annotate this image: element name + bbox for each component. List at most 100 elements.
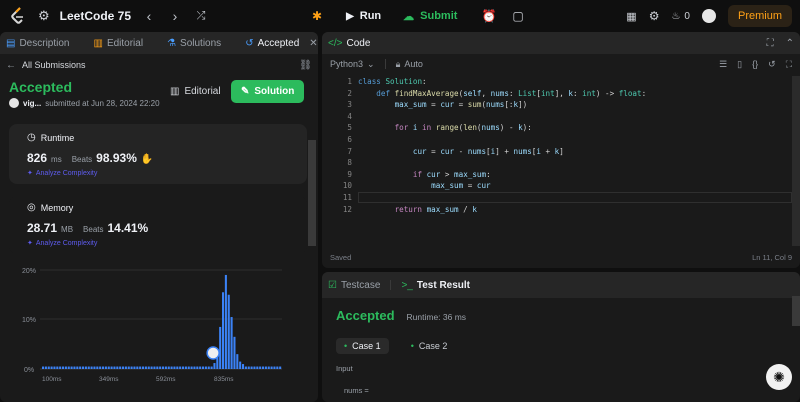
- histogram-bar[interactable]: [242, 364, 245, 369]
- histogram-bar[interactable]: [59, 366, 62, 370]
- histogram-bar[interactable]: [279, 366, 282, 370]
- tab-accepted[interactable]: ↺ Accepted ✕: [245, 38, 317, 49]
- histogram-bar[interactable]: [267, 366, 270, 370]
- user-avatar-small[interactable]: [9, 98, 19, 108]
- histogram-bar[interactable]: [253, 366, 256, 370]
- histogram-bar[interactable]: [173, 366, 176, 370]
- layout-icon[interactable]: ▦: [626, 10, 636, 23]
- histogram-bar[interactable]: [213, 363, 216, 369]
- histogram-bar[interactable]: [273, 366, 276, 370]
- histogram-bar[interactable]: [99, 366, 102, 370]
- timer-icon[interactable]: ⏰: [481, 9, 496, 23]
- histogram-bar[interactable]: [44, 366, 47, 370]
- histogram-bar[interactable]: [47, 366, 50, 370]
- problem-list-icon[interactable]: ⚙: [38, 8, 50, 24]
- histogram-bar[interactable]: [210, 366, 213, 370]
- editor-scrollbar[interactable]: [792, 76, 800, 246]
- histogram-bar[interactable]: [150, 366, 153, 370]
- histogram-bar[interactable]: [87, 366, 90, 370]
- runtime-distribution-chart[interactable]: 20% 10% 0% 100ms 349ms 592ms 835ms: [0, 262, 318, 382]
- leetcode-logo[interactable]: [8, 6, 28, 26]
- histogram-bar[interactable]: [50, 366, 53, 370]
- user-avatar[interactable]: [701, 9, 716, 23]
- collapse-icon[interactable]: ⌃: [786, 38, 794, 49]
- solution-button[interactable]: ✎ Solution: [231, 80, 305, 103]
- histogram-bar[interactable]: [159, 366, 162, 370]
- histogram-bar[interactable]: [219, 326, 222, 369]
- histogram-bar[interactable]: [179, 366, 182, 370]
- close-tab-icon[interactable]: ✕: [309, 38, 317, 49]
- prev-problem-icon[interactable]: ‹: [141, 8, 157, 24]
- tab-test-result[interactable]: >_ Test Result: [401, 280, 470, 291]
- histogram-bar[interactable]: [184, 366, 187, 370]
- histogram-bar[interactable]: [70, 366, 73, 370]
- histogram-bar[interactable]: [110, 366, 113, 370]
- histogram-bar[interactable]: [147, 366, 150, 370]
- premium-button[interactable]: Premium: [727, 5, 792, 27]
- histogram-bar[interactable]: [73, 366, 76, 370]
- histogram-bar[interactable]: [127, 366, 130, 370]
- histogram-bar[interactable]: [230, 317, 233, 369]
- all-submissions-link[interactable]: All Submissions: [22, 60, 86, 70]
- code-editor[interactable]: class Solution: def findMaxAverage(self,…: [358, 76, 646, 215]
- histogram-bar[interactable]: [233, 336, 236, 369]
- histogram-bar[interactable]: [133, 366, 136, 370]
- histogram-bar[interactable]: [107, 366, 110, 370]
- streak-counter[interactable]: ♨ 0: [671, 11, 690, 22]
- histogram-bar[interactable]: [53, 366, 56, 370]
- fullscreen-icon[interactable]: ⛶: [786, 59, 792, 70]
- histogram-bar[interactable]: [76, 366, 79, 370]
- settings-gear-icon[interactable]: ⚙: [649, 9, 660, 23]
- debug-icon[interactable]: ✱: [312, 9, 322, 23]
- histogram-bar[interactable]: [190, 366, 193, 370]
- histogram-bar[interactable]: [207, 366, 210, 370]
- histogram-bar[interactable]: [82, 366, 85, 370]
- histogram-bar[interactable]: [119, 366, 122, 370]
- histogram-bar[interactable]: [96, 366, 99, 370]
- histogram-bar[interactable]: [247, 366, 250, 370]
- histogram-bar[interactable]: [153, 366, 156, 370]
- tab-editorial[interactable]: ▥ Editorial: [93, 38, 143, 49]
- auto-toggle[interactable]: 🔒︎ Auto: [396, 59, 423, 70]
- histogram-bar[interactable]: [196, 366, 199, 370]
- language-select[interactable]: Python3 ⌄: [330, 59, 375, 70]
- histogram-bar[interactable]: [136, 366, 139, 370]
- test-scrollbar[interactable]: [792, 296, 800, 326]
- histogram-bar[interactable]: [204, 366, 207, 370]
- next-problem-icon[interactable]: ›: [167, 8, 183, 24]
- runtime-card[interactable]: ◷ Runtime 826 ms Beats 98.93% ✋ ✦ Analyz…: [9, 124, 307, 184]
- histogram-bar[interactable]: [270, 366, 273, 370]
- histogram-bar[interactable]: [193, 366, 196, 370]
- histogram-bar[interactable]: [262, 366, 265, 370]
- tab-description[interactable]: ▤ Description: [6, 38, 69, 49]
- histogram-bar[interactable]: [144, 366, 147, 370]
- shuffle-icon[interactable]: ⤮: [193, 10, 209, 23]
- histogram-bar[interactable]: [264, 366, 267, 370]
- maximize-icon[interactable]: ⛶: [767, 38, 774, 49]
- tab-solutions[interactable]: ⚗ Solutions: [167, 38, 221, 49]
- tab-code[interactable]: </> Code: [328, 38, 370, 49]
- analyze-complexity-link[interactable]: Analyze Complexity: [36, 170, 97, 177]
- analyze-complexity-link[interactable]: Analyze Complexity: [36, 240, 97, 247]
- histogram-bar[interactable]: [56, 366, 59, 370]
- histogram-bar[interactable]: [202, 366, 205, 370]
- notes-icon[interactable]: ▢: [512, 9, 523, 23]
- format-icon[interactable]: ☰: [719, 59, 727, 70]
- link-icon[interactable]: ⛓: [299, 60, 312, 71]
- histogram-bar[interactable]: [256, 366, 259, 370]
- histogram-bar[interactable]: [199, 366, 202, 370]
- histogram-bar[interactable]: [187, 366, 190, 370]
- histogram-bar[interactable]: [130, 366, 133, 370]
- histogram-bar[interactable]: [276, 366, 279, 370]
- histogram-bar[interactable]: [156, 366, 159, 370]
- user-position-marker[interactable]: [206, 346, 220, 360]
- histogram-bar[interactable]: [104, 366, 107, 370]
- histogram-bar[interactable]: [170, 366, 173, 370]
- case-1-tab[interactable]: • Case 1: [336, 338, 389, 354]
- histogram-bar[interactable]: [236, 354, 239, 369]
- histogram-bar[interactable]: [164, 366, 167, 370]
- histogram-bar[interactable]: [250, 366, 253, 370]
- histogram-bar[interactable]: [124, 366, 127, 370]
- histogram-bar[interactable]: [62, 366, 65, 370]
- histogram-bar[interactable]: [142, 366, 145, 370]
